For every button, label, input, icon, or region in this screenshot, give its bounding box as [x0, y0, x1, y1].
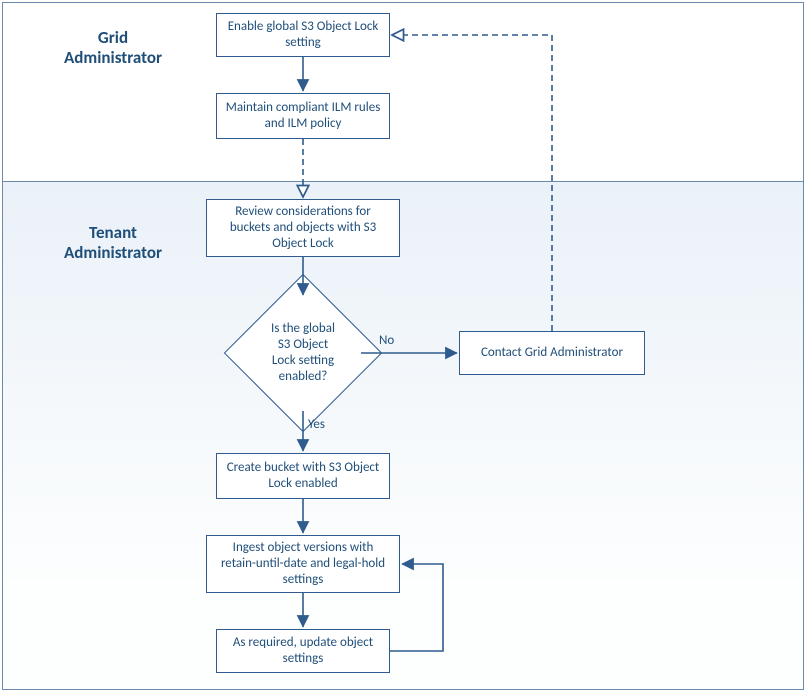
decision-text: Is the global S3 Object Lock setting ena… — [247, 297, 359, 409]
edge-label-no: No — [379, 333, 394, 348]
node-create-bucket: Create bucket with S3 Object Lock enable… — [216, 453, 390, 499]
role-divider — [3, 181, 803, 182]
role-label-tenant-admin: TenantAdministrator — [43, 223, 183, 264]
node-maintain-ilm: Maintain compliant ILM rules and ILM pol… — [216, 93, 390, 139]
diagram-frame: GridAdministrator TenantAdministrator En… — [2, 2, 804, 690]
node-ingest-object-versions: Ingest object versions with retain-until… — [206, 535, 400, 593]
role-label-grid-admin: GridAdministrator — [43, 28, 183, 69]
node-update-object-settings: As required, update object settings — [216, 629, 390, 673]
node-review-considerations: Review considerations for buckets and ob… — [206, 199, 400, 257]
edge-label-yes: Yes — [308, 417, 325, 432]
flowchart-canvas: GridAdministrator TenantAdministrator En… — [0, 0, 808, 695]
node-contact-grid-admin: Contact Grid Administrator — [459, 331, 645, 375]
node-enable-global-lock: Enable global S3 Object Lock setting — [216, 13, 390, 57]
node-decision-global-enabled: Is the global S3 Object Lock setting ena… — [247, 297, 359, 409]
